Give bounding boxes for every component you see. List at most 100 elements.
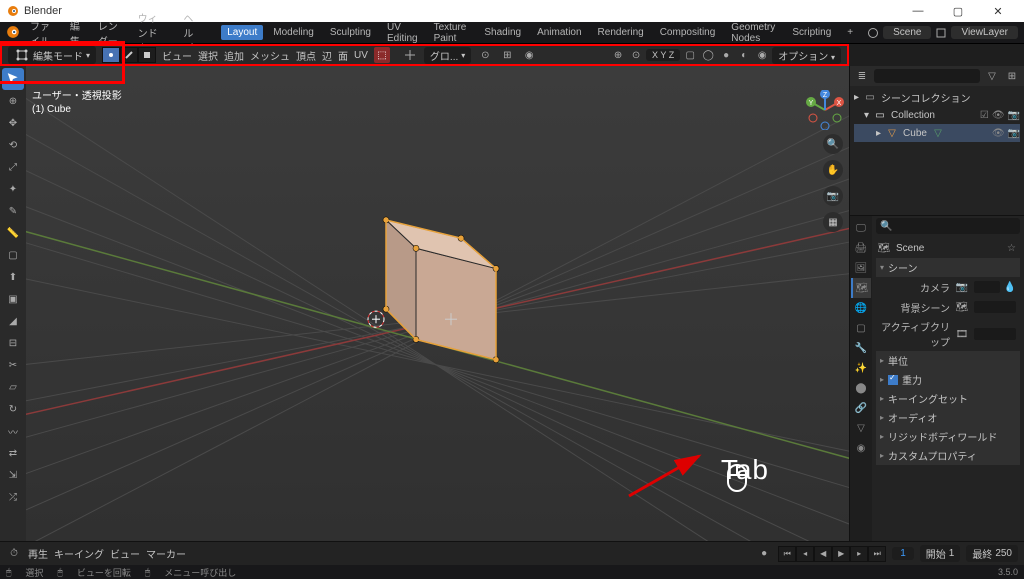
- new-collection-icon[interactable]: ⊞: [1004, 68, 1020, 84]
- render-icon[interactable]: 📷: [1008, 128, 1020, 139]
- propedit-icon[interactable]: ◉: [521, 47, 537, 63]
- ptab-particle[interactable]: ✨: [851, 358, 871, 378]
- select-edge-button[interactable]: [120, 47, 138, 63]
- vp-menu-face[interactable]: 面: [338, 48, 348, 63]
- workspace-tab-sculpting[interactable]: Sculpting: [324, 25, 377, 40]
- jump-end-button[interactable]: ⏭: [868, 546, 886, 562]
- minimize-button[interactable]: —: [898, 0, 938, 22]
- workspace-tab-modeling[interactable]: Modeling: [267, 25, 320, 40]
- gizmo-toggle-icon[interactable]: ⊕: [610, 47, 626, 63]
- panel-audio[interactable]: オーディオ: [876, 408, 1020, 427]
- nav-persp-icon[interactable]: ▦: [823, 212, 843, 232]
- shading-matprev-icon[interactable]: ◐: [736, 47, 752, 63]
- filter-icon[interactable]: ▽: [984, 68, 1000, 84]
- nav-pan-icon[interactable]: ✋: [823, 160, 843, 180]
- outliner-root[interactable]: ▸ ▭ シーンコレクション: [854, 88, 1020, 106]
- panel-custom[interactable]: カスタムプロパティ: [876, 446, 1020, 465]
- nav-camera-icon[interactable]: 📷: [823, 186, 843, 206]
- vp-menu-uv[interactable]: UV: [354, 50, 368, 61]
- eye-icon[interactable]: 👁: [992, 110, 1005, 121]
- workspace-tab-geonodes[interactable]: Geometry Nodes: [725, 20, 782, 46]
- vp-menu-edge[interactable]: 辺: [322, 48, 332, 63]
- bgscene-field[interactable]: [974, 301, 1016, 313]
- vp-menu-mesh[interactable]: メッシュ: [250, 48, 290, 63]
- play-reverse-button[interactable]: ◀: [814, 546, 832, 562]
- timeline-editor-icon[interactable]: ⏱: [6, 546, 22, 562]
- nav-zoom-icon[interactable]: 🔍: [823, 134, 843, 154]
- gravity-checkbox[interactable]: [888, 375, 898, 385]
- workspace-tab-shading[interactable]: Shading: [478, 25, 527, 40]
- tool-measure[interactable]: 📏: [2, 222, 24, 244]
- outliner-search[interactable]: [874, 69, 980, 83]
- vp-menu-add[interactable]: 追加: [224, 48, 244, 63]
- frame-start[interactable]: 開始 1: [920, 545, 961, 562]
- camera-field[interactable]: [974, 281, 1000, 293]
- workspace-tab-texpaint[interactable]: Texture Paint: [428, 20, 475, 46]
- keyframe-prev-button[interactable]: ◂: [796, 546, 814, 562]
- tool-shrink[interactable]: ⇲: [2, 464, 24, 486]
- render-icon[interactable]: 📷: [1008, 110, 1020, 121]
- tool-annotate[interactable]: ✎: [2, 200, 24, 222]
- outliner-item-cube[interactable]: ▸ ▽ Cube ▽ 👁📷: [854, 124, 1020, 142]
- properties-search[interactable]: 🔍: [876, 218, 1020, 234]
- options-dropdown[interactable]: オプション ▾: [772, 47, 841, 64]
- workspace-tab-animation[interactable]: Animation: [531, 25, 587, 40]
- transform-orientation[interactable]: グロ...▾: [424, 47, 471, 64]
- shading-rendered-icon[interactable]: ◉: [754, 47, 770, 63]
- current-frame[interactable]: 1: [892, 547, 914, 560]
- ptab-render[interactable]: 🖵: [851, 218, 871, 238]
- tool-knife[interactable]: ✂: [2, 354, 24, 376]
- shading-wire-icon[interactable]: ◯: [700, 47, 716, 63]
- keyframe-next-button[interactable]: ▸: [850, 546, 868, 562]
- workspace-tab-rendering[interactable]: Rendering: [592, 25, 650, 40]
- workspace-tab-uvediting[interactable]: UV Editing: [381, 20, 424, 46]
- vp-menu-view[interactable]: ビュー: [162, 48, 192, 63]
- timeline-menu-marker[interactable]: マーカー: [146, 546, 186, 561]
- panel-rigid[interactable]: リジッドボディワールド: [876, 427, 1020, 446]
- ptab-material[interactable]: ◉: [851, 438, 871, 458]
- timeline-menu-view[interactable]: ビュー: [110, 546, 140, 561]
- tool-transform[interactable]: ✦: [2, 178, 24, 200]
- scene-selector[interactable]: Scene: [883, 26, 931, 39]
- close-button[interactable]: ✕: [978, 0, 1018, 22]
- nav-gizmo[interactable]: X Y Z: [805, 90, 845, 130]
- overlay-toggle-icon[interactable]: ⊙: [628, 47, 644, 63]
- tool-cursor[interactable]: ⊕: [2, 90, 24, 112]
- panel-scene[interactable]: シーン: [876, 258, 1020, 277]
- 3d-viewport[interactable]: ユーザー・透視投影 (1) Cube X Y Z 🔍 ✋ 📷 ▦ Tab: [26, 66, 849, 541]
- xray-icon[interactable]: ▢: [682, 47, 698, 63]
- panel-gravity[interactable]: 重力: [876, 370, 1020, 389]
- activeclip-field[interactable]: [974, 328, 1016, 340]
- timeline-menu-keying[interactable]: キーイング: [54, 546, 104, 561]
- tool-move[interactable]: ✥: [2, 112, 24, 134]
- ptab-constraint[interactable]: 🔗: [851, 398, 871, 418]
- uv-sync-icon[interactable]: ⬚: [374, 47, 390, 63]
- workspace-tab-compositing[interactable]: Compositing: [654, 25, 722, 40]
- tool-extrude[interactable]: ⬆: [2, 266, 24, 288]
- panel-units[interactable]: 単位: [876, 351, 1020, 370]
- jump-start-button[interactable]: ⏮: [778, 546, 796, 562]
- pivot-icon[interactable]: ⊙: [477, 47, 493, 63]
- viewlayer-selector[interactable]: ViewLayer: [951, 26, 1018, 39]
- tool-bevel[interactable]: ◢: [2, 310, 24, 332]
- ptab-object[interactable]: ▢: [851, 318, 871, 338]
- ptab-scene[interactable]: 🗺: [851, 278, 871, 298]
- maximize-button[interactable]: ▢: [938, 0, 978, 22]
- workspace-tab-scripting[interactable]: Scripting: [786, 25, 837, 40]
- ptab-viewlayer[interactable]: 🖼: [851, 258, 871, 278]
- tool-inset[interactable]: ▣: [2, 288, 24, 310]
- ptab-world[interactable]: 🌐: [851, 298, 871, 318]
- select-vertex-button[interactable]: [102, 47, 120, 63]
- tool-rip[interactable]: ⤮: [2, 486, 24, 508]
- tool-spin[interactable]: ↻: [2, 398, 24, 420]
- workspace-add[interactable]: +: [841, 25, 859, 40]
- panel-keying[interactable]: キーイングセット: [876, 389, 1020, 408]
- tool-smooth[interactable]: 〰: [2, 420, 24, 442]
- outliner-editor-icon[interactable]: ≣: [854, 68, 870, 84]
- shading-solid-icon[interactable]: ●: [718, 47, 734, 63]
- outliner-collection[interactable]: ▾ ▭ Collection ☑👁📷: [854, 106, 1020, 124]
- vp-menu-vertex[interactable]: 頂点: [296, 48, 316, 63]
- xyz-overlay[interactable]: X Y Z: [646, 49, 680, 61]
- ptab-physics[interactable]: ⬤: [851, 378, 871, 398]
- tool-rotate[interactable]: ⟲: [2, 134, 24, 156]
